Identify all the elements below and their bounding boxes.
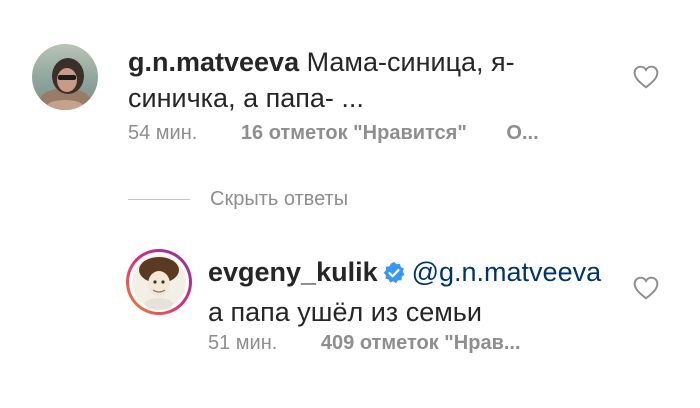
hide-replies-button[interactable]: Скрыть ответы <box>128 185 348 213</box>
divider <box>128 198 190 200</box>
reply-meta: 51 мин. 409 отметок "Нрав... <box>208 332 521 355</box>
comment-likes[interactable]: 16 отметок "Нравится" <box>241 122 467 144</box>
avatar-photo <box>126 249 192 315</box>
verified-badge-icon <box>382 258 406 294</box>
comment-reply-button[interactable]: О... <box>506 122 538 144</box>
comment-time: 54 мин. <box>128 122 198 144</box>
hide-replies-label: Скрыть ответы <box>210 187 349 210</box>
comment-username[interactable]: g.n.matveeva <box>128 47 299 77</box>
reply-username[interactable]: evgeny_kulik <box>208 257 378 287</box>
avatar[interactable] <box>32 44 98 110</box>
comment-text: g.n.matveeva Мама-синица, я- синичка, а … <box>128 44 548 116</box>
reply-likes[interactable]: 409 отметок "Нрав... <box>321 332 521 354</box>
reply-text-line: а папа ушёл из семьи <box>208 297 482 327</box>
avatar[interactable] <box>125 248 193 316</box>
comment-text-line2: синичка, а папа- ... <box>128 83 364 113</box>
heart-outline-icon[interactable] <box>633 65 659 89</box>
reply-text: evgeny_kulik @g.n.matveeva а папа ушёл и… <box>208 254 628 330</box>
comment-text-line1: Мама-синица, я- <box>306 47 515 77</box>
avatar-photo <box>32 44 98 110</box>
comment-meta: 54 мин. 16 отметок "Нравится" О... <box>128 122 539 145</box>
heart-outline-icon[interactable] <box>633 276 659 300</box>
reply-time: 51 мин. <box>208 332 278 354</box>
reply-mention[interactable]: @g.n.matveeva <box>412 257 602 287</box>
